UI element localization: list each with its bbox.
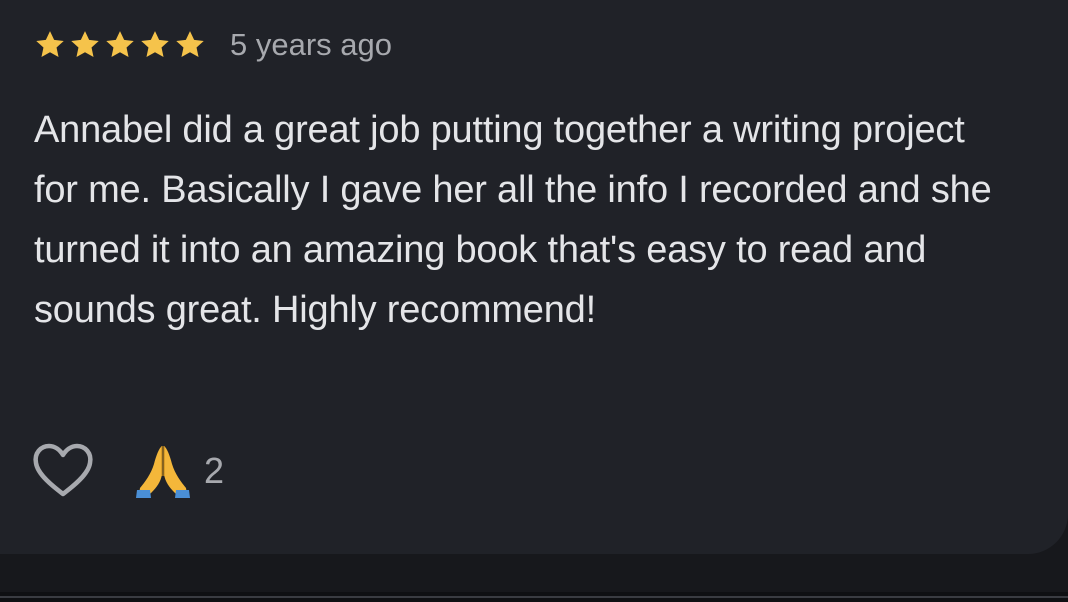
- like-button[interactable]: [32, 440, 94, 502]
- review-date: 5 years ago: [230, 27, 392, 62]
- star-icon: [139, 29, 171, 61]
- reaction-count: 2: [204, 450, 225, 491]
- bottom-divider: [0, 592, 1068, 602]
- folded-hands-emoji-icon: [134, 442, 192, 500]
- review-actions: 2: [32, 440, 224, 502]
- rating-row: 5 years ago: [34, 24, 392, 66]
- reaction-button[interactable]: 2: [134, 440, 224, 502]
- review-text: Annabel did a great job putting together…: [34, 109, 992, 331]
- star-icon: [34, 29, 66, 61]
- heart-outline-icon: [32, 442, 94, 500]
- star-icon: [69, 29, 101, 61]
- star-rating: [34, 29, 206, 61]
- star-icon: [104, 29, 136, 61]
- star-icon: [174, 29, 206, 61]
